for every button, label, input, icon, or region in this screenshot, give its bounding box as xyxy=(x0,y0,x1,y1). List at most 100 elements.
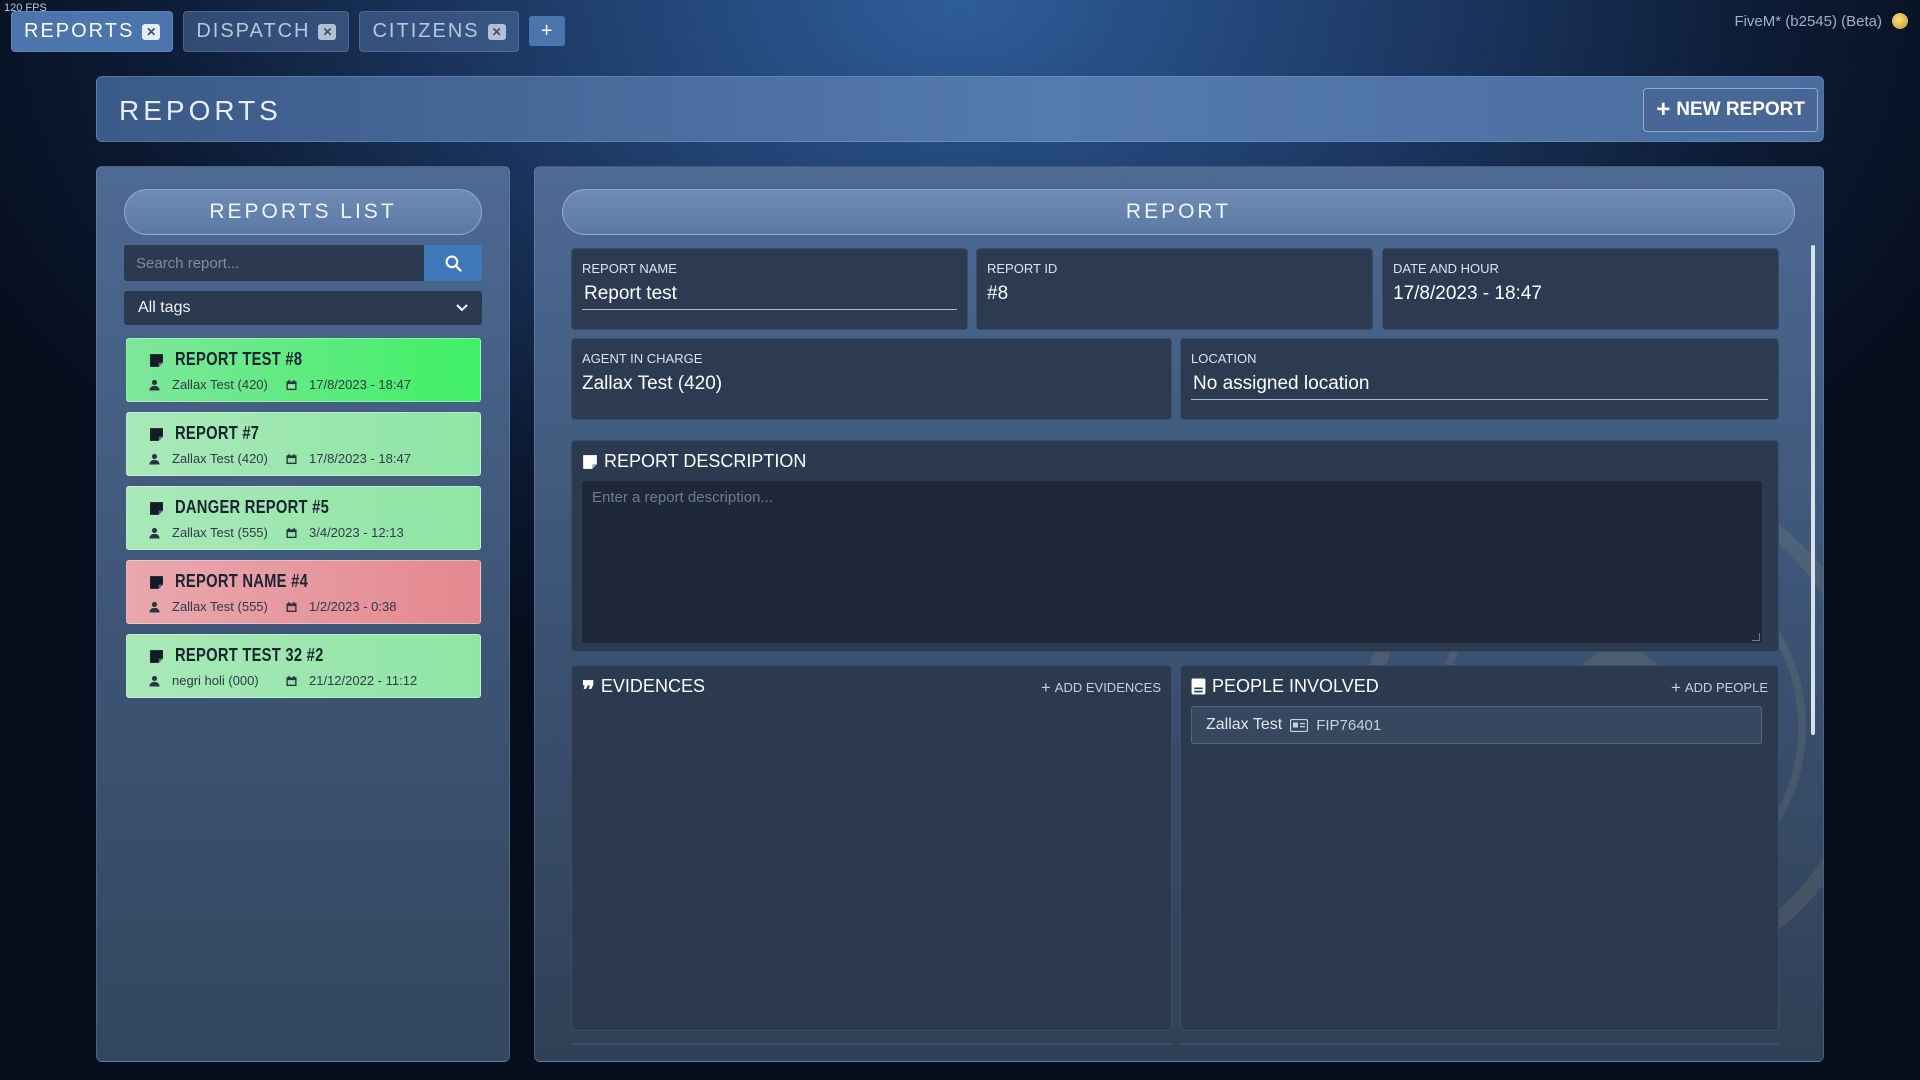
scrollbar[interactable] xyxy=(1811,245,1815,735)
chevron-down-icon xyxy=(456,304,468,312)
report-item-title: DANGER REPORT #5 xyxy=(175,497,330,517)
date-hour-field: DATE AND HOUR 17/8/2023 - 18:47 xyxy=(1382,248,1779,330)
people-label: PEOPLE INVOLVED xyxy=(1212,676,1379,696)
report-name-label: REPORT NAME xyxy=(582,261,677,276)
report-title: REPORT xyxy=(562,189,1795,235)
report-list-item[interactable]: REPORT NAME #4 Zallax Test (555) 1/2/202… xyxy=(126,560,481,624)
id-card-icon xyxy=(1290,718,1309,732)
divider xyxy=(571,1043,1172,1045)
report-list-item[interactable]: DANGER REPORT #5 Zallax Test (555) 3/4/2… xyxy=(126,486,481,550)
resize-handle[interactable] xyxy=(1752,633,1760,641)
person-code: FIP76401 xyxy=(1316,716,1382,734)
report-item-title: REPORT #7 xyxy=(175,423,260,443)
description-textarea[interactable]: Enter a report description... xyxy=(582,481,1762,643)
user-icon xyxy=(149,453,160,464)
note-icon xyxy=(150,428,163,441)
user-icon xyxy=(149,379,160,390)
new-report-button[interactable]: + NEW REPORT xyxy=(1643,88,1818,132)
calendar-icon xyxy=(286,675,297,686)
report-item-meta: Zallax Test (420) 17/8/2023 - 18:47 xyxy=(149,377,411,392)
report-list-item[interactable]: REPORT TEST 32 #2 negri holi (000) 21/12… xyxy=(126,634,481,698)
report-item-title: REPORT NAME #4 xyxy=(175,571,309,591)
person-name: Zallax Test xyxy=(1206,716,1283,733)
report-item-date: 1/2/2023 - 0:38 xyxy=(309,599,397,614)
note-icon xyxy=(150,576,163,589)
report-item-agent: Zallax Test (420) xyxy=(172,451,268,466)
report-item-date: 17/8/2023 - 18:47 xyxy=(309,451,411,466)
evidences-section: ❞ EVIDENCES + ADD EVIDENCES xyxy=(571,665,1172,1031)
tab-citizens[interactable]: CITIZENS ✕ xyxy=(359,11,519,52)
user-icon xyxy=(149,527,160,538)
version-label: FiveM* (b2545) (Beta) xyxy=(1734,13,1882,30)
people-section: PEOPLE INVOLVED + ADD PEOPLE Zallax Test… xyxy=(1180,665,1779,1031)
add-evidences-label: ADD EVIDENCES xyxy=(1054,680,1161,695)
tag-filter-select[interactable]: All tags xyxy=(124,291,482,325)
reports-list-panel: REPORTS LIST All tags REPORT TEST #8 Zal… xyxy=(96,166,510,1062)
new-report-label: NEW REPORT xyxy=(1676,99,1805,120)
tab-label: REPORTS xyxy=(24,20,135,42)
person-row[interactable]: Zallax Test FIP76401 xyxy=(1191,706,1762,744)
plus-icon: + xyxy=(1670,678,1681,697)
user-icon xyxy=(149,675,160,686)
search-bar xyxy=(124,245,482,281)
reports-list-title: REPORTS LIST xyxy=(124,189,482,235)
add-evidences-button[interactable]: + ADD EVIDENCES xyxy=(1041,679,1161,696)
agent-value: Zallax Test (420) xyxy=(582,373,723,394)
close-icon[interactable]: ✕ xyxy=(318,23,337,40)
report-id-value: #8 xyxy=(987,283,1009,304)
report-list-item[interactable]: REPORT #7 Zallax Test (420) 17/8/2023 - … xyxy=(126,412,481,476)
document-icon xyxy=(1191,678,1206,695)
report-item-meta: Zallax Test (555) 3/4/2023 - 12:13 xyxy=(149,525,404,540)
report-id-label: REPORT ID xyxy=(987,261,1058,276)
report-name-input[interactable]: Report test xyxy=(582,283,957,310)
user-icon xyxy=(149,601,160,612)
add-people-button[interactable]: + ADD PEOPLE xyxy=(1671,679,1768,696)
date-hour-label: DATE AND HOUR xyxy=(1393,261,1499,276)
report-item-agent: Zallax Test (420) xyxy=(172,377,268,392)
agent-label: AGENT IN CHARGE xyxy=(582,351,703,366)
status-icon xyxy=(1892,13,1908,29)
add-tab-button[interactable]: + xyxy=(528,16,565,46)
report-item-date: 17/8/2023 - 18:47 xyxy=(309,377,411,392)
report-id-field: REPORT ID #8 xyxy=(976,248,1373,330)
plus-icon: + xyxy=(1040,678,1051,697)
note-icon xyxy=(150,502,163,515)
calendar-icon xyxy=(286,527,297,538)
tab-bar: REPORTS ✕ DISPATCH ✕ CITIZENS ✕ + xyxy=(11,11,565,52)
plus-icon: + xyxy=(1656,96,1671,123)
divider xyxy=(1180,1043,1779,1045)
date-hour-value: 17/8/2023 - 18:47 xyxy=(1393,283,1542,304)
report-list-item[interactable]: REPORT TEST #8 Zallax Test (420) 17/8/20… xyxy=(126,338,481,402)
tab-label: CITIZENS xyxy=(372,20,480,42)
report-item-agent: negri holi (000) xyxy=(172,673,259,688)
evidences-label: EVIDENCES xyxy=(600,676,705,696)
location-input[interactable]: No assigned location xyxy=(1191,373,1768,400)
description-title: REPORT DESCRIPTION xyxy=(582,451,806,472)
search-icon xyxy=(445,255,462,272)
report-item-title: REPORT TEST 32 #2 xyxy=(175,645,324,665)
close-icon[interactable]: ✕ xyxy=(487,23,506,40)
calendar-icon xyxy=(286,379,297,390)
close-icon[interactable]: ✕ xyxy=(142,23,161,40)
quote-icon: ❞ xyxy=(582,676,595,704)
report-detail-panel: REPORT REPORT NAME Report test REPORT ID… xyxy=(534,166,1824,1062)
report-item-meta: Zallax Test (420) 17/8/2023 - 18:47 xyxy=(149,451,411,466)
add-people-label: ADD PEOPLE xyxy=(1684,680,1768,695)
note-icon xyxy=(150,650,163,663)
search-input[interactable] xyxy=(124,245,424,281)
report-item-date: 3/4/2023 - 12:13 xyxy=(309,525,404,540)
report-item-agent: Zallax Test (555) xyxy=(172,525,268,540)
tab-reports[interactable]: REPORTS ✕ xyxy=(11,11,174,52)
report-item-date: 21/12/2022 - 11:12 xyxy=(309,673,418,688)
location-label: LOCATION xyxy=(1191,351,1257,366)
people-title: PEOPLE INVOLVED xyxy=(1191,676,1379,697)
report-item-meta: negri holi (000) 21/12/2022 - 11:12 xyxy=(149,673,417,688)
search-button[interactable] xyxy=(424,245,482,281)
calendar-icon xyxy=(286,601,297,612)
tab-dispatch[interactable]: DISPATCH ✕ xyxy=(183,11,350,52)
report-item-agent: Zallax Test (555) xyxy=(172,599,268,614)
description-section: REPORT DESCRIPTION Enter a report descri… xyxy=(571,440,1779,652)
report-name-field: REPORT NAME Report test xyxy=(571,248,968,330)
report-item-meta: Zallax Test (555) 1/2/2023 - 0:38 xyxy=(149,599,396,614)
tag-filter-value: All tags xyxy=(138,299,191,316)
